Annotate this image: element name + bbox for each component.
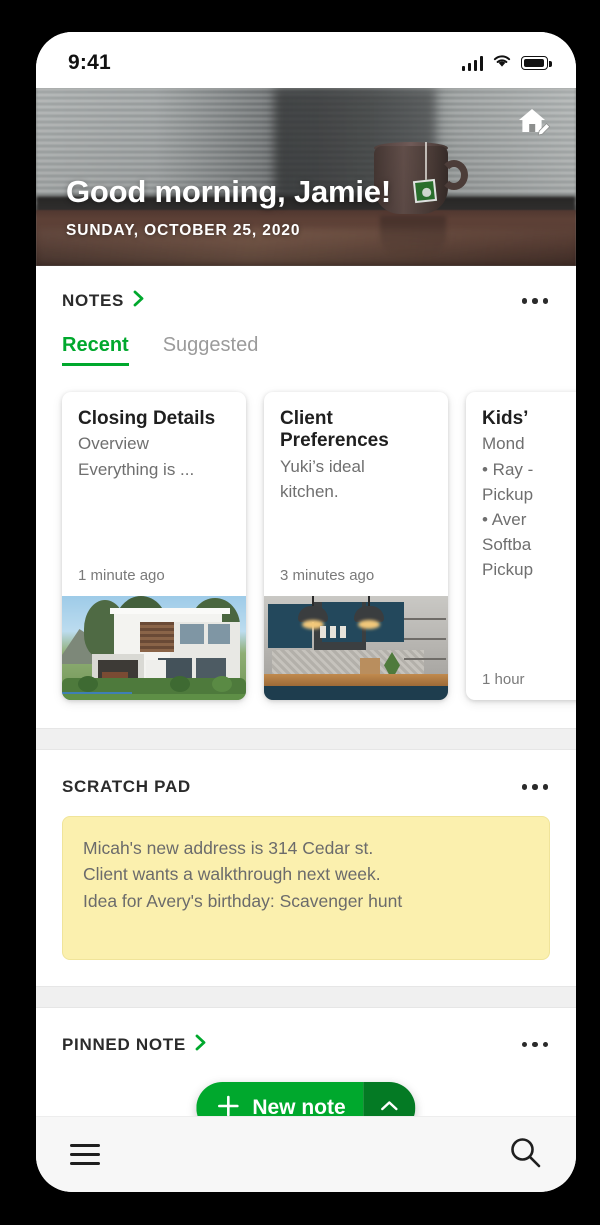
note-card-title: Closing Details [78, 408, 216, 429]
hamburger-menu-icon[interactable] [70, 1144, 100, 1165]
battery-full-icon [521, 56, 552, 70]
note-card-snippet-line: • Aver [482, 509, 527, 529]
pinned-note-title-group[interactable]: PINNED NOTE [62, 1034, 207, 1056]
pinned-note-section: PINNED NOTE [36, 1007, 576, 1056]
note-card-snippet-line: kitchen. [280, 481, 339, 501]
note-card[interactable]: Closing Details Overview Everything is .… [62, 392, 246, 700]
pinned-note-more-options-icon[interactable] [520, 1034, 551, 1056]
scratch-pad-section: SCRATCH PAD Micah's new address is 314 C… [36, 750, 576, 986]
chevron-right-icon[interactable] [195, 1034, 207, 1056]
note-card-snippet-line: Pickup [482, 484, 534, 504]
notes-section-header: NOTES [36, 290, 576, 312]
scratch-pad-note[interactable]: Micah's new address is 314 Cedar st. Cli… [62, 815, 550, 960]
tab-suggested[interactable]: Suggested [163, 334, 259, 366]
home-edit-icon[interactable] [516, 106, 551, 138]
notes-title-group[interactable]: NOTES [62, 290, 145, 312]
scratch-pad-line: Idea for Avery's birthday: Scavenger hun… [83, 890, 403, 911]
notes-card-carousel[interactable]: Closing Details Overview Everything is .… [36, 370, 576, 728]
note-card-snippet-line: Softba [482, 534, 532, 554]
status-bar-time: 9:41 [68, 51, 111, 74]
notes-title: NOTES [62, 291, 125, 310]
note-card-timestamp: 1 hour [482, 671, 525, 688]
note-card-snippet-line: Pickup [482, 559, 534, 579]
hero-date: SUNDAY, OCTOBER 25, 2020 [66, 222, 301, 239]
scratch-pad-line: Client wants a walkthrough next week. [83, 864, 381, 885]
wifi-icon [492, 53, 512, 73]
scratch-pad-line: Micah's new address is 314 Cedar st. [83, 837, 374, 858]
pinned-note-header: PINNED NOTE [36, 1034, 576, 1056]
bottom-navigation-bar [36, 1116, 576, 1192]
note-card-snippet-line: Yuki’s ideal [280, 456, 365, 476]
hero-header: Good morning, Jamie! SUNDAY, OCTOBER 25,… [36, 88, 576, 266]
chevron-right-icon[interactable] [133, 290, 145, 312]
pinned-note-title: PINNED NOTE [62, 1034, 186, 1054]
notes-section: NOTES Recent Suggested Closing Details O… [36, 266, 576, 728]
phone-frame: 9:41 Good morning, Jamie! SUNDAY, OCTOBE… [10, 10, 590, 1215]
note-card-title: Kids’ [482, 408, 529, 429]
note-card-timestamp: 3 minutes ago [280, 567, 375, 584]
status-bar: 9:41 [36, 32, 576, 88]
scratch-pad-more-options-icon[interactable] [520, 776, 551, 798]
search-icon[interactable] [508, 1135, 542, 1174]
note-card-snippet-line: Mond [482, 434, 525, 454]
chevron-up-icon [380, 1099, 400, 1117]
scratch-pad-header: SCRATCH PAD [36, 776, 576, 798]
status-bar-icons [461, 53, 552, 73]
greeting-title: Good morning, Jamie! [66, 174, 391, 209]
notes-more-options-icon[interactable] [520, 290, 551, 312]
note-card[interactable]: Client Preferences Yuki’s ideal kitchen.… [264, 392, 448, 700]
note-card[interactable]: Kids’ Mond • Ray - Pickup • Aver Softba … [466, 392, 576, 700]
notes-tabs: Recent Suggested [36, 334, 576, 366]
hero-text-block: Good morning, Jamie! SUNDAY, OCTOBER 25,… [66, 174, 391, 240]
note-card-body: Closing Details Overview Everything is .… [62, 392, 246, 596]
note-card-snippet-line: Overview [78, 434, 149, 454]
note-card-body: Kids’ Mond • Ray - Pickup • Aver Softba … [466, 392, 576, 700]
note-card-timestamp: 1 minute ago [78, 567, 165, 584]
note-card-snippet-line: • Ray - [482, 459, 534, 479]
signal-bars-icon [461, 55, 483, 71]
note-card-title: Client Preferences [280, 408, 389, 452]
navy-kitchen-photo [264, 596, 448, 700]
section-divider [36, 985, 576, 1008]
modern-house-photo [62, 596, 246, 700]
phone-screen: 9:41 Good morning, Jamie! SUNDAY, OCTOBE… [36, 32, 576, 1192]
tab-recent[interactable]: Recent [62, 334, 129, 366]
note-card-body: Client Preferences Yuki’s ideal kitchen.… [264, 392, 448, 596]
section-divider [36, 728, 576, 750]
note-card-snippet-line: Everything is ... [78, 459, 195, 479]
scratch-pad-title: SCRATCH PAD [62, 776, 191, 796]
